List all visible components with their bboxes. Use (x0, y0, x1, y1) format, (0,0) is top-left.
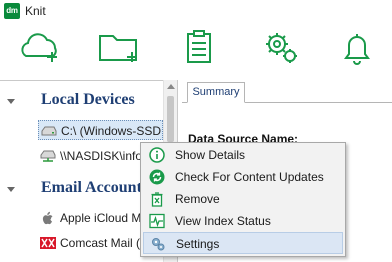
add-folder-source-button[interactable] (92, 22, 148, 78)
bell-icon (344, 34, 370, 65)
menu-item-label: View Index Status (175, 214, 271, 228)
menu-item-check-updates[interactable]: Check For Content Updates (143, 166, 343, 188)
clipboard-list-icon (187, 30, 211, 63)
app-title: Knit (25, 4, 46, 18)
comcast-mail-icon (40, 237, 56, 249)
refresh-icon (149, 169, 165, 185)
apple-icon (42, 211, 53, 225)
gears-icon (266, 33, 297, 63)
add-cloud-source-button[interactable] (12, 22, 68, 78)
scroll-up-arrow-icon[interactable] (167, 84, 175, 89)
menu-item-label: Show Details (175, 148, 246, 162)
app-logo-icon: dm (4, 3, 20, 19)
menu-item-remove[interactable]: Remove (143, 188, 343, 210)
menu-item-label: Remove (175, 192, 220, 206)
tab-summary[interactable]: Summary (187, 82, 245, 103)
scroll-thumb[interactable] (167, 96, 174, 142)
tree-item-c-drive[interactable]: C:\ (Windows-SSD@ (38, 120, 163, 140)
notifications-button[interactable] (334, 22, 390, 78)
reports-button[interactable] (174, 22, 230, 78)
settings-icon (152, 238, 165, 251)
activity-icon (149, 213, 165, 229)
menu-item-label: Check For Content Updates (175, 170, 324, 184)
title-bar: dm Knit (0, 0, 392, 22)
toolbar (0, 22, 392, 78)
collapse-email-accounts-icon[interactable] (7, 187, 15, 192)
menu-item-label: Settings (176, 237, 220, 251)
trash-icon (151, 192, 163, 207)
collapse-local-devices-icon[interactable] (7, 99, 15, 104)
group-email-accounts[interactable]: Email Account (41, 179, 142, 197)
context-menu: Show Details Check For Content Updates R… (140, 142, 346, 257)
menu-item-view-index-status[interactable]: View Index Status (143, 210, 343, 232)
cloud-add-icon (21, 33, 57, 62)
network-drive-icon (40, 150, 56, 162)
info-icon (149, 147, 165, 163)
drive-icon (41, 126, 57, 136)
menu-item-show-details[interactable]: Show Details (143, 144, 343, 166)
settings-toolbar-button[interactable] (256, 22, 312, 78)
tree-item-label: C:\ (Windows-SSD@ (61, 124, 161, 138)
folder-add-icon (99, 35, 137, 62)
menu-item-settings[interactable]: Settings (143, 232, 343, 254)
group-local-devices[interactable]: Local Devices (41, 91, 135, 109)
